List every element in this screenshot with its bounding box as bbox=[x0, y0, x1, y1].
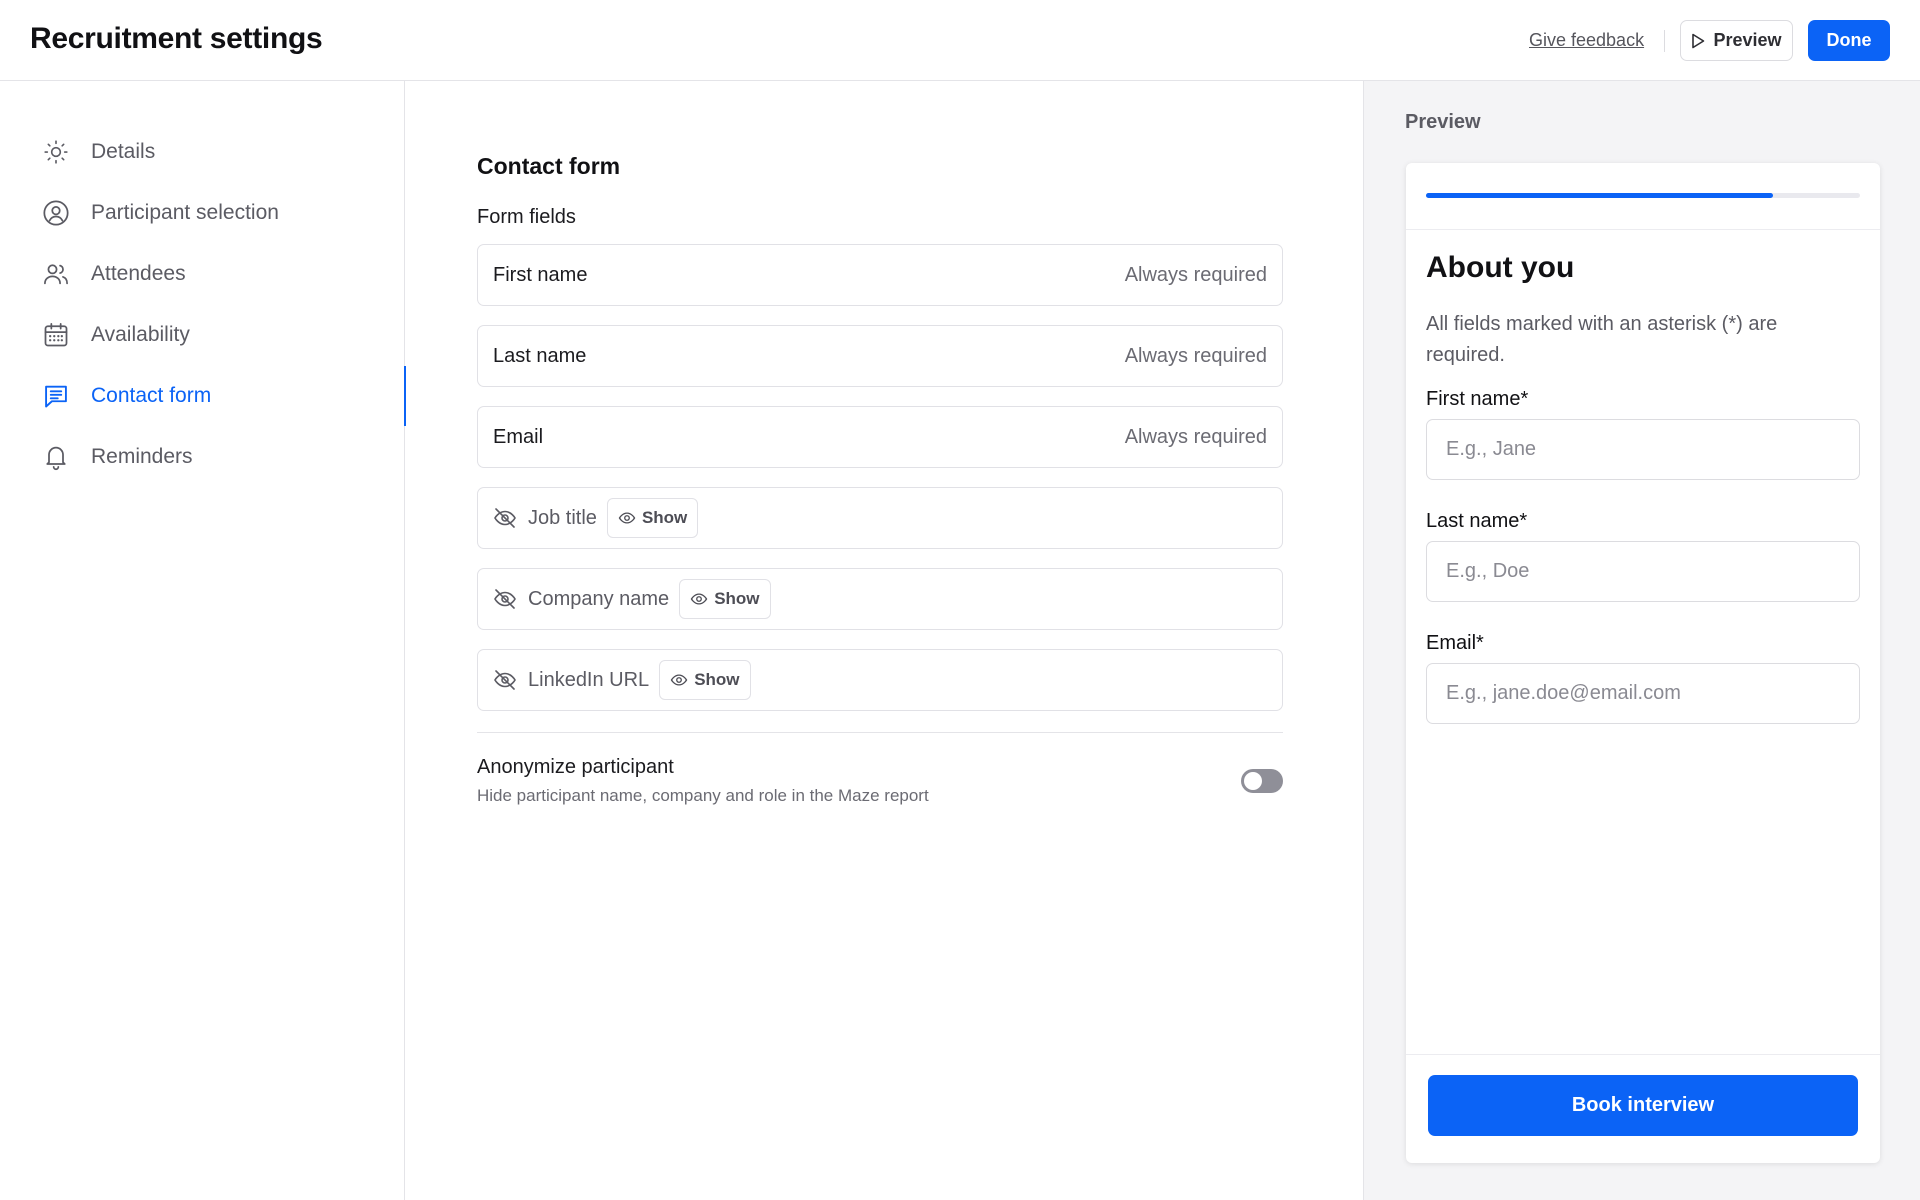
eye-icon bbox=[670, 671, 688, 689]
first-name-label: First name* bbox=[1426, 388, 1529, 410]
field-name: LinkedIn URL bbox=[528, 668, 650, 691]
sidebar-item-label: Contact form bbox=[91, 384, 212, 407]
eye-icon bbox=[690, 590, 708, 608]
preview-heading: Preview bbox=[1405, 111, 1481, 133]
form-fields-label: Form fields bbox=[477, 206, 576, 228]
sidebar-item-participant-selection[interactable]: Participant selection bbox=[0, 183, 405, 243]
last-name-input[interactable] bbox=[1426, 541, 1860, 602]
show-button-label: Show bbox=[714, 589, 760, 608]
field-status: Always required bbox=[1124, 425, 1267, 448]
show-field-button[interactable]: Show bbox=[606, 498, 699, 538]
sidebar-item-label: Attendees bbox=[91, 262, 186, 285]
email-input[interactable] bbox=[1426, 663, 1860, 724]
eye-icon bbox=[618, 509, 636, 527]
sidebar-item-details[interactable]: Details bbox=[0, 122, 405, 182]
sidebar-item-reminders[interactable]: Reminders bbox=[0, 427, 405, 487]
required-note: All fields marked with an asterisk (*) a… bbox=[1426, 313, 1778, 366]
anonymize-description: Hide participant name, company and role … bbox=[477, 786, 929, 805]
sidebar-item-availability[interactable]: Availability bbox=[0, 305, 405, 365]
top-bar: Recruitment settings Give feedback Previ… bbox=[0, 0, 1920, 81]
eye-off-icon bbox=[493, 668, 517, 692]
bell-icon bbox=[41, 442, 71, 472]
eye-off-icon bbox=[493, 587, 517, 611]
section-divider bbox=[477, 732, 1283, 733]
field-row-job-title: Job title Show bbox=[477, 487, 1283, 549]
page-title: Recruitment settings bbox=[30, 22, 323, 55]
show-field-button[interactable]: Show bbox=[679, 579, 771, 619]
toggle-knob bbox=[1244, 772, 1262, 790]
sidebar-item-label: Details bbox=[91, 140, 156, 163]
sidebar-item-label: Availability bbox=[91, 323, 190, 346]
preview-button-label: Preview bbox=[1713, 30, 1782, 50]
sidebar-item-label: Participant selection bbox=[91, 201, 279, 224]
book-interview-button[interactable]: Book interview bbox=[1428, 1075, 1858, 1136]
show-field-button[interactable]: Show bbox=[659, 660, 751, 700]
form-title: About you bbox=[1426, 251, 1575, 284]
calendar-icon bbox=[41, 320, 71, 350]
progress-bar bbox=[1426, 193, 1860, 198]
first-name-input[interactable] bbox=[1426, 419, 1860, 480]
field-status: Always required bbox=[1124, 263, 1267, 286]
field-row-last-name: Last name Always required bbox=[477, 325, 1283, 387]
preview-pane: Preview About you All fields marked with… bbox=[1363, 81, 1920, 1200]
field-name: Email bbox=[493, 425, 544, 448]
anonymize-toggle[interactable] bbox=[1241, 769, 1283, 793]
header-divider bbox=[1664, 30, 1665, 52]
eye-off-icon bbox=[493, 506, 517, 530]
section-title: Contact form bbox=[477, 153, 621, 179]
contact-form-settings: Contact form Form fields First name Alwa… bbox=[406, 81, 1363, 1200]
message-square-icon bbox=[41, 381, 71, 411]
progress-fill bbox=[1426, 193, 1774, 198]
give-feedback-link[interactable]: Give feedback bbox=[1529, 30, 1644, 51]
show-button-label: Show bbox=[641, 508, 688, 527]
field-row-first-name: First name Always required bbox=[477, 244, 1283, 306]
settings-sidebar: Details Participant selection Attendees … bbox=[0, 81, 406, 1200]
play-icon bbox=[1691, 33, 1705, 49]
email-label: Email* bbox=[1426, 632, 1484, 654]
sun-icon bbox=[41, 137, 71, 167]
preview-button[interactable]: Preview bbox=[1680, 20, 1793, 61]
last-name-label: Last name* bbox=[1426, 510, 1528, 532]
field-name: Last name bbox=[493, 344, 587, 367]
users-icon bbox=[41, 259, 71, 289]
sidebar-item-label: Reminders bbox=[91, 445, 193, 468]
sidebar-item-contact-form[interactable]: Contact form bbox=[0, 366, 406, 426]
user-circle-icon bbox=[41, 198, 71, 228]
field-name: Company name bbox=[528, 587, 670, 610]
preview-card: About you All fields marked with an aste… bbox=[1406, 163, 1880, 1163]
field-row-company-name: Company name Show bbox=[477, 568, 1283, 630]
field-row-email: Email Always required bbox=[477, 406, 1283, 468]
card-footer-divider bbox=[1406, 1054, 1880, 1055]
anonymize-title: Anonymize participant bbox=[477, 756, 674, 778]
sidebar-item-attendees[interactable]: Attendees bbox=[0, 244, 405, 304]
done-button[interactable]: Done bbox=[1808, 20, 1890, 61]
card-divider bbox=[1406, 229, 1880, 230]
field-row-linkedin-url: LinkedIn URL Show bbox=[477, 649, 1283, 711]
field-name: Job title bbox=[528, 506, 597, 529]
field-status: Always required bbox=[1124, 344, 1267, 367]
show-button-label: Show bbox=[694, 670, 740, 689]
field-name: First name bbox=[493, 263, 588, 286]
